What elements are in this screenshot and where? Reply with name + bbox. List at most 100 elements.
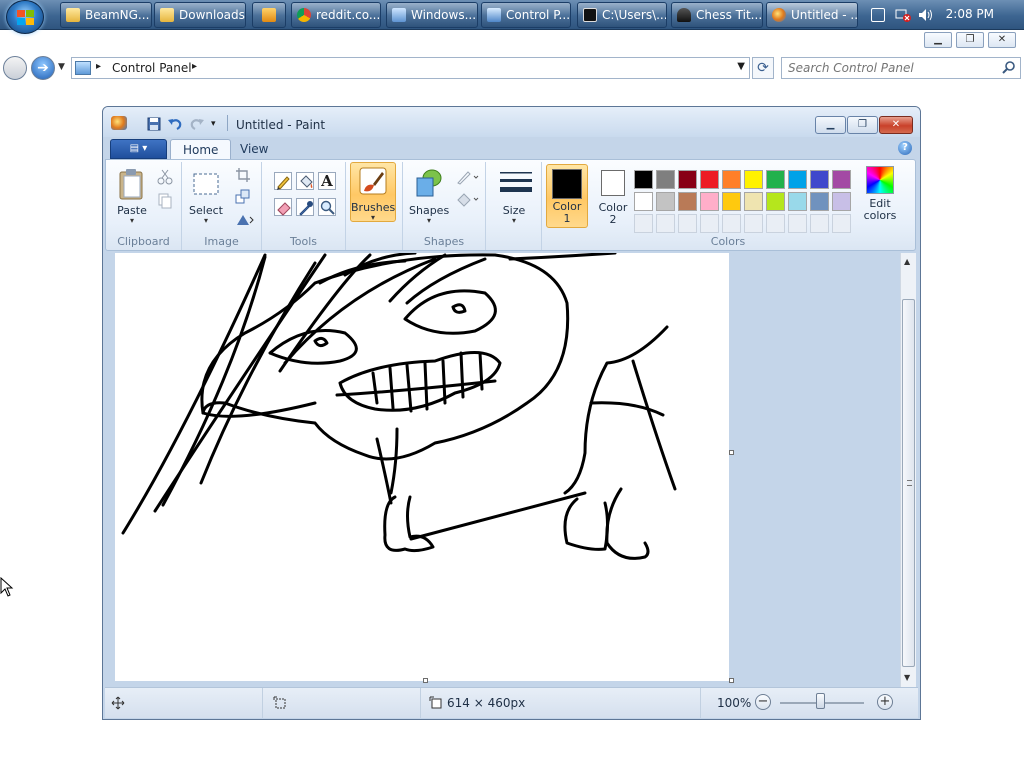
fill-icon[interactable] (455, 190, 479, 208)
resize-handle-bottom[interactable] (423, 678, 428, 683)
clock[interactable]: 2:08 PM (946, 7, 994, 21)
help-icon[interactable]: ? (898, 141, 912, 155)
size-button[interactable]: Size ▾ (492, 168, 536, 225)
save-icon[interactable] (147, 117, 161, 131)
magnifier-icon[interactable] (318, 198, 336, 216)
palette-color-swatch[interactable] (744, 170, 763, 189)
resize-handle-corner[interactable] (729, 678, 734, 683)
tab-home[interactable]: Home (170, 139, 232, 160)
palette-color-swatch[interactable] (744, 192, 763, 211)
paint-app-icon[interactable] (111, 116, 127, 130)
start-button[interactable] (6, 0, 44, 34)
edit-colors-button[interactable]: Edit colors (858, 166, 902, 222)
palette-color-swatch[interactable] (700, 170, 719, 189)
outline-icon[interactable] (455, 168, 479, 186)
palette-color-swatch[interactable] (788, 170, 807, 189)
recent-pages-dropdown[interactable]: ▼ (58, 62, 65, 72)
brushes-button[interactable]: Brushes ▾ (350, 162, 396, 222)
palette-color-swatch[interactable] (766, 192, 785, 211)
taskbar-button-chess-titans[interactable]: Chess Tit... (671, 2, 763, 28)
maximize-button[interactable]: ❐ (847, 116, 878, 134)
palette-color-swatch[interactable] (678, 170, 697, 189)
pencil-icon[interactable] (274, 172, 292, 190)
search-icon[interactable] (1002, 60, 1016, 74)
customize-quick-access-icon[interactable]: ▾ (211, 117, 225, 131)
taskbar-button-beamng[interactable]: BeamNG... (60, 2, 152, 28)
taskbar-button-media[interactable] (252, 2, 286, 28)
action-center-icon[interactable] (871, 8, 885, 22)
taskbar-button-7zip[interactable]: C:\Users\... (577, 2, 667, 28)
paint-menu-button[interactable]: ▤ ▾ (110, 139, 167, 159)
palette-color-swatch[interactable] (766, 170, 785, 189)
explorer-minimize-button[interactable]: ▁ (924, 32, 952, 48)
search-box[interactable] (781, 57, 1021, 79)
resize-icon[interactable] (234, 188, 252, 206)
eraser-icon[interactable] (274, 198, 292, 216)
network-disconnected-icon[interactable] (895, 8, 911, 22)
taskbar-button-downloads[interactable]: Downloads (154, 2, 246, 28)
paste-button[interactable]: Paste ▾ (112, 168, 152, 225)
palette-color-swatch[interactable] (832, 170, 851, 189)
color-2-button[interactable]: Color 2 (592, 164, 634, 226)
palette-custom-slot[interactable] (766, 214, 785, 233)
explorer-close-button[interactable]: ✕ (988, 32, 1016, 48)
scroll-up-icon[interactable]: ▲ (904, 257, 910, 266)
volume-icon[interactable] (918, 8, 932, 22)
resize-handle-right[interactable] (729, 450, 734, 455)
scroll-down-icon[interactable]: ▼ (904, 673, 910, 682)
scrollbar-thumb[interactable] (902, 299, 915, 667)
redo-icon[interactable] (189, 117, 204, 131)
breadcrumb-chevron-icon[interactable]: ▸ (96, 61, 101, 72)
back-button[interactable] (3, 56, 27, 80)
address-dropdown-icon[interactable]: ▼ (737, 61, 745, 72)
palette-custom-slot[interactable] (744, 214, 763, 233)
taskbar-button-chrome[interactable]: reddit.co... (291, 2, 381, 28)
shapes-button[interactable]: Shapes ▾ (409, 168, 449, 225)
crop-icon[interactable] (234, 166, 252, 184)
palette-custom-slot[interactable] (832, 214, 851, 233)
zoom-in-button[interactable]: + (877, 694, 893, 710)
palette-color-swatch[interactable] (810, 192, 829, 211)
palette-color-swatch[interactable] (722, 170, 741, 189)
copy-icon[interactable] (156, 192, 174, 210)
palette-custom-slot[interactable] (810, 214, 829, 233)
palette-color-swatch[interactable] (788, 192, 807, 211)
select-button[interactable]: Select ▾ (186, 168, 226, 225)
palette-color-swatch[interactable] (700, 192, 719, 211)
explorer-maximize-button[interactable]: ❐ (956, 32, 984, 48)
undo-icon[interactable] (167, 117, 182, 131)
palette-color-swatch[interactable] (656, 192, 675, 211)
breadcrumb-control-panel[interactable]: Control Panel (112, 61, 192, 75)
palette-custom-slot[interactable] (788, 214, 807, 233)
forward-button[interactable]: ➔ (31, 56, 55, 80)
rotate-icon[interactable] (234, 210, 254, 228)
palette-color-swatch[interactable] (722, 192, 741, 211)
palette-color-swatch[interactable] (656, 170, 675, 189)
taskbar-button-paint[interactable]: Untitled - ... (766, 2, 858, 28)
address-bar[interactable]: ▸ Control Panel ▸ ▼ (71, 57, 750, 79)
color-picker-icon[interactable] (296, 198, 314, 216)
search-input[interactable] (782, 58, 992, 78)
palette-color-swatch[interactable] (810, 170, 829, 189)
color-1-button[interactable]: Color 1 (546, 164, 588, 228)
drawing-canvas[interactable] (115, 251, 729, 681)
palette-color-swatch[interactable] (678, 192, 697, 211)
taskbar-button-control-panel[interactable]: Control P... (481, 2, 571, 28)
cut-icon[interactable] (156, 168, 174, 186)
taskbar-button-windows[interactable]: Windows... (386, 2, 478, 28)
tab-view[interactable]: View (228, 139, 280, 160)
zoom-slider-thumb[interactable] (816, 693, 825, 709)
palette-custom-slot[interactable] (656, 214, 675, 233)
text-tool-icon[interactable]: A (318, 172, 336, 190)
palette-custom-slot[interactable] (634, 214, 653, 233)
palette-color-swatch[interactable] (634, 192, 653, 211)
vertical-scrollbar[interactable]: ▲ ▼ (900, 253, 916, 687)
fill-bucket-icon[interactable] (296, 172, 314, 190)
refresh-button[interactable]: ⟳ (752, 57, 774, 79)
zoom-out-button[interactable]: − (755, 694, 771, 710)
palette-color-swatch[interactable] (634, 170, 653, 189)
palette-color-swatch[interactable] (832, 192, 851, 211)
close-button[interactable]: ✕ (879, 116, 913, 134)
minimize-button[interactable]: ▁ (815, 116, 846, 134)
palette-custom-slot[interactable] (700, 214, 719, 233)
